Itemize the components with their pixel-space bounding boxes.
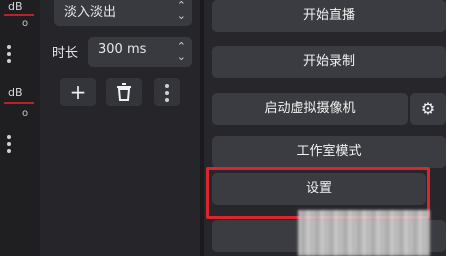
remove-transition-button[interactable] — [106, 78, 142, 106]
volume-meter-bar — [4, 102, 34, 104]
add-transition-button[interactable]: + — [60, 78, 96, 106]
obs-window: dB o dB o 淡入淡出 ⌃ ⌄ 时长 300 ms ⌃ ⌄ + 开始直播 … — [0, 0, 450, 256]
chevron-updown-icon: ⌃ ⌄ — [176, 0, 186, 22]
duration-stepper[interactable]: 300 ms ⌃ ⌄ — [88, 37, 192, 67]
transition-type-select[interactable]: 淡入淡出 ⌃ ⌄ — [54, 0, 192, 26]
mixer-sub-label: o — [22, 18, 29, 29]
chevron-updown-icon[interactable]: ⌃ ⌄ — [177, 41, 186, 62]
virtual-camera-settings-button[interactable]: ⚙ — [410, 93, 446, 125]
studio-mode-button[interactable]: 工作室模式 — [212, 136, 446, 168]
mixer-db-label: dB — [8, 86, 23, 99]
more-vertical-icon — [165, 84, 169, 105]
mixer-db-label: dB — [8, 0, 23, 13]
mixer-channel-1: dB o — [0, 0, 40, 70]
gear-icon: ⚙ — [420, 99, 436, 118]
plus-icon: + — [69, 80, 87, 104]
transition-type-value: 淡入淡出 — [64, 5, 117, 20]
audio-mixer-strip: dB o dB o — [0, 0, 40, 256]
volume-meter-bar — [4, 14, 34, 16]
mixer-sub-label: o — [22, 108, 29, 119]
start-recording-button[interactable]: 开始录制 — [212, 46, 446, 78]
mixer-menu-icon[interactable] — [7, 135, 11, 156]
trash-icon — [117, 83, 131, 101]
start-streaming-button[interactable]: 开始直播 — [212, 0, 446, 32]
duration-value: 300 ms — [98, 42, 147, 57]
duration-label: 时长 — [52, 46, 79, 61]
mixer-channel-2: dB o — [0, 80, 40, 153]
blurred-watermark — [298, 210, 430, 256]
page-margin — [446, 0, 450, 256]
mixer-menu-icon[interactable] — [7, 45, 11, 66]
transition-properties-button[interactable] — [154, 78, 180, 106]
start-virtual-camera-button[interactable]: 启动虚拟摄像机 — [212, 93, 408, 125]
scene-transitions-panel: 淡入淡出 ⌃ ⌄ 时长 300 ms ⌃ ⌄ + — [40, 0, 200, 256]
